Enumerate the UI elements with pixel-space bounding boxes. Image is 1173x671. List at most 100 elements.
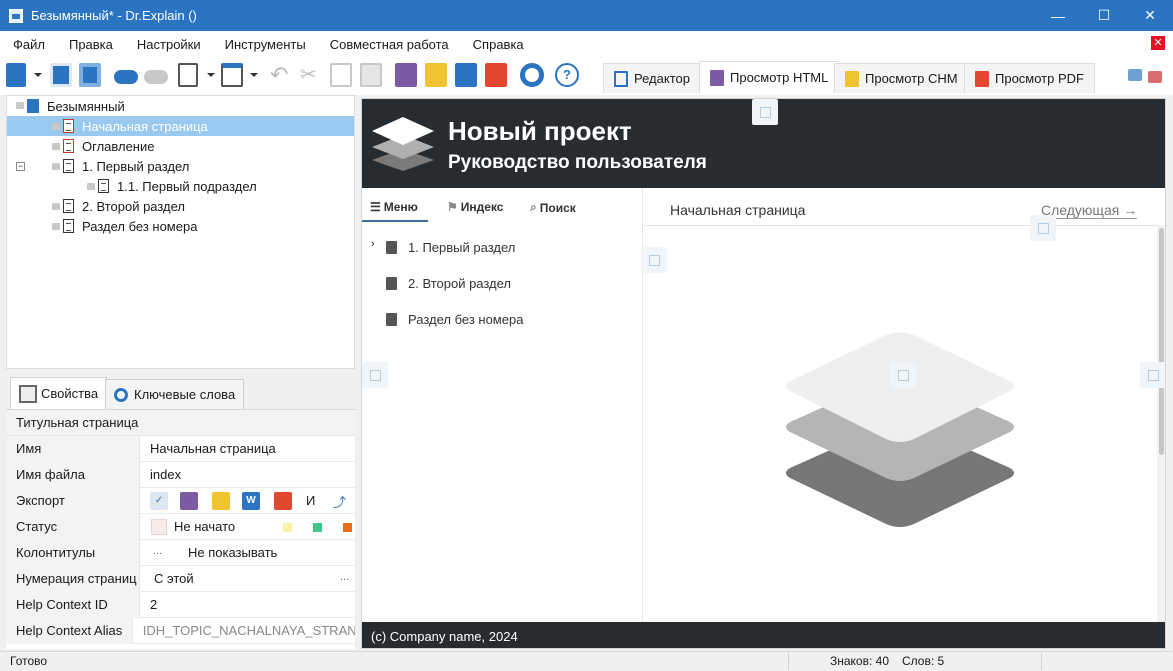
- tree-item-unnumbered[interactable]: Раздел без номера: [63, 216, 197, 236]
- tab-properties[interactable]: Свойства: [10, 377, 108, 409]
- status-attention-icon[interactable]: [343, 523, 352, 532]
- export-html-icon[interactable]: [395, 63, 417, 87]
- menu-tools[interactable]: Инструменты: [213, 37, 318, 52]
- edit-marker-icon[interactable]: [890, 362, 916, 388]
- prop-value-page-numbering[interactable]: С этой: [154, 571, 194, 586]
- prop-value-help-context-id[interactable]: 2: [140, 597, 157, 612]
- edit-marker-icon[interactable]: [362, 362, 388, 388]
- menu-settings[interactable]: Настройки: [125, 37, 213, 52]
- prop-row-name[interactable]: Имя Начальная страница: [6, 435, 355, 462]
- preview-tab-index[interactable]: ⚑ Индекс: [447, 200, 503, 214]
- prop-row-export[interactable]: Экспорт ✓ W И ⤴: [6, 487, 355, 514]
- lock-icon: [52, 203, 60, 210]
- prop-value-name[interactable]: Начальная страница: [140, 441, 276, 456]
- maximize-button[interactable]: ☐: [1081, 0, 1127, 31]
- cloud-upload-icon[interactable]: [114, 70, 138, 84]
- lock-icon: [52, 163, 60, 170]
- thumbs-up-icon[interactable]: [1128, 69, 1142, 81]
- edit-marker-icon[interactable]: [641, 247, 667, 273]
- key-icon: [114, 387, 128, 402]
- tab-keywords-label: Ключевые слова: [134, 387, 236, 402]
- help-icon[interactable]: ?: [555, 63, 579, 87]
- tab-editor[interactable]: Редактор: [603, 63, 701, 93]
- export-word-icon[interactable]: [455, 63, 477, 87]
- tree-root[interactable]: Безымянный: [27, 96, 125, 116]
- headers-more-button[interactable]: ...: [153, 545, 162, 557]
- add-window-dropdown-icon[interactable]: [250, 73, 258, 77]
- tree-item-section-2[interactable]: 2. Второй раздел: [63, 196, 185, 216]
- prop-row-help-context-alias[interactable]: Help Context Alias IDH_TOPIC_NACHALNAYA_…: [6, 617, 355, 644]
- tab-pdf-preview[interactable]: Просмотр PDF: [964, 63, 1095, 93]
- save-icon[interactable]: [79, 63, 101, 87]
- tree-item-toc[interactable]: Оглавление: [63, 136, 154, 156]
- close-button[interactable]: ✕: [1127, 0, 1173, 31]
- prop-label: Имя файла: [6, 461, 140, 488]
- preview-nav-item-2[interactable]: 2. Второй раздел: [386, 276, 511, 291]
- preview-nav-item-3[interactable]: Раздел без номера: [386, 312, 523, 327]
- preview-tab-search-label: Поиск: [539, 200, 576, 215]
- export-chm-icon[interactable]: [425, 63, 447, 87]
- new-project-dropdown-icon[interactable]: [34, 73, 42, 77]
- add-topic-dropdown-icon[interactable]: [207, 73, 215, 77]
- tree-item-label: Начальная страница: [82, 118, 208, 134]
- prop-value-status[interactable]: Не начато: [174, 519, 235, 534]
- menu-list-icon: ☰: [370, 200, 381, 214]
- preview-scrollbar-thumb[interactable]: [1159, 228, 1164, 455]
- edit-marker-icon[interactable]: [752, 99, 778, 125]
- menu-collaboration[interactable]: Совместная работа: [318, 37, 461, 52]
- edit-marker-icon[interactable]: [1140, 362, 1165, 388]
- export-html-icon[interactable]: [180, 492, 198, 510]
- preview-scrollbar[interactable]: [1157, 225, 1165, 628]
- tree-item-section-1[interactable]: 1. Первый раздел: [63, 156, 189, 176]
- minimize-button[interactable]: —: [1035, 0, 1081, 31]
- prop-value-help-context-alias[interactable]: IDH_TOPIC_NACHALNAYA_STRANIT: [133, 623, 355, 638]
- prop-row-headers[interactable]: Колонтитулы ... Не показывать: [6, 539, 355, 566]
- lock-icon: [87, 183, 95, 190]
- prop-row-filename[interactable]: Имя файла index: [6, 461, 355, 488]
- toolbar: ↶ ✂ ? Редактор Просмотр HTML Просмотр CH…: [0, 57, 1173, 95]
- export-other-label[interactable]: И: [306, 493, 315, 508]
- export-pdf-icon[interactable]: [485, 63, 507, 87]
- preview-tab-search[interactable]: ⌕ Поиск: [530, 200, 576, 215]
- add-window-icon[interactable]: [221, 63, 243, 87]
- add-topic-icon[interactable]: [178, 63, 198, 87]
- tree-item-subsection-1-1[interactable]: 1.1. Первый подраздел: [98, 176, 257, 196]
- copy-icon: [330, 63, 352, 87]
- preview-tab-menu[interactable]: ☰ Меню: [362, 200, 428, 222]
- document-close-icon[interactable]: ✕: [1151, 36, 1165, 50]
- export-pdf-icon[interactable]: [274, 492, 292, 510]
- prop-value-headers[interactable]: Не показывать: [188, 545, 277, 560]
- preview-nav-item-1[interactable]: 1. Первый раздел: [386, 240, 515, 255]
- tab-html-preview[interactable]: Просмотр HTML: [699, 61, 840, 93]
- collapse-icon[interactable]: −: [16, 162, 25, 171]
- settings-gear-icon[interactable]: [520, 63, 544, 87]
- prop-row-page-numbering[interactable]: Нумерация страниц С этой ...: [6, 565, 355, 592]
- page-icon: [63, 199, 74, 213]
- export-chm-icon[interactable]: [212, 492, 230, 510]
- prop-row-status[interactable]: Статус Не начато: [6, 513, 355, 540]
- status-done-icon[interactable]: [313, 523, 322, 532]
- new-project-icon[interactable]: [6, 63, 26, 87]
- prop-value-filename[interactable]: index: [140, 467, 181, 482]
- edit-marker-icon[interactable]: [1030, 215, 1056, 241]
- expand-chevron-icon[interactable]: ›: [371, 238, 375, 250]
- tab-keywords[interactable]: Ключевые слова: [105, 379, 245, 409]
- export-all-check-icon[interactable]: ✓: [150, 492, 168, 510]
- prop-label: Экспорт: [6, 487, 140, 514]
- editor-icon: [614, 70, 628, 87]
- menu-file[interactable]: Файл: [0, 37, 57, 52]
- menu-help[interactable]: Справка: [461, 37, 536, 52]
- menu-edit[interactable]: Правка: [57, 37, 125, 52]
- thumbs-down-icon[interactable]: [1148, 71, 1162, 83]
- open-project-icon[interactable]: [50, 63, 72, 87]
- page-numbering-more-button[interactable]: ...: [340, 571, 349, 583]
- export-word-icon[interactable]: W: [242, 492, 260, 510]
- tab-chm-preview[interactable]: Просмотр CHM: [834, 63, 969, 93]
- status-in-progress-icon[interactable]: [283, 523, 292, 532]
- project-logo-icon: [372, 117, 434, 171]
- paste-icon: [360, 63, 382, 87]
- prop-row-help-context-id[interactable]: Help Context ID 2: [6, 591, 355, 618]
- export-share-icon[interactable]: ⤴: [333, 492, 347, 510]
- html-preview-pane: Новый проект Руководство пользователя ☰ …: [361, 98, 1166, 649]
- undo-icon: ↶: [270, 62, 289, 87]
